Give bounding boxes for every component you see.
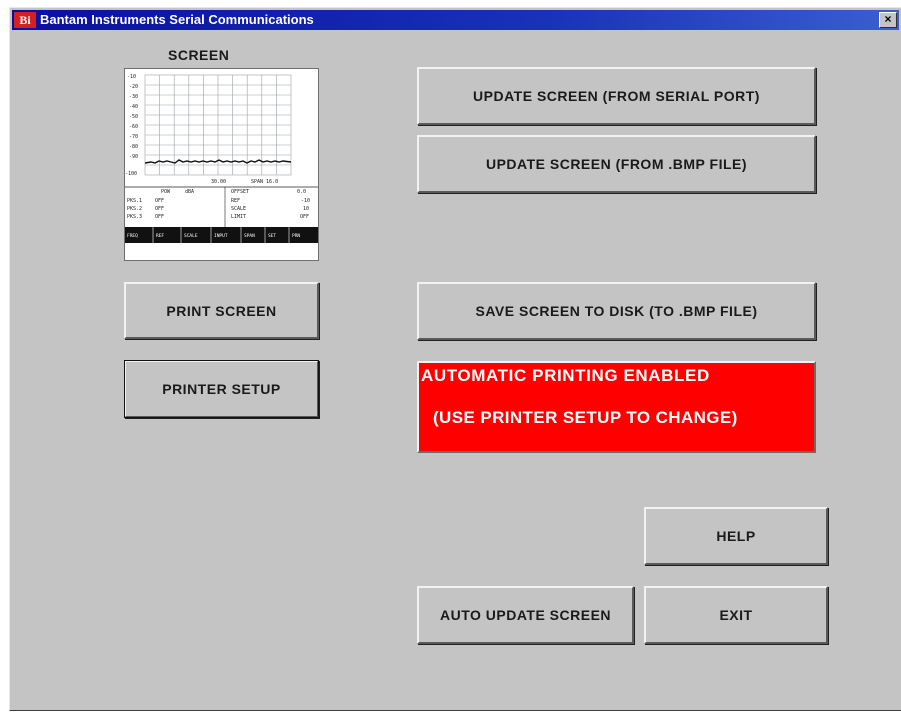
svg-text:OFF: OFF <box>155 206 164 212</box>
auto-update-screen-button[interactable]: AUTO UPDATE SCREEN <box>417 586 634 644</box>
svg-text:-60: -60 <box>129 124 138 130</box>
svg-text:10: 10 <box>303 206 309 212</box>
svg-text:dBA: dBA <box>185 189 194 195</box>
svg-text:OFF: OFF <box>300 214 309 220</box>
update-screen-serial-button[interactable]: UPDATE SCREEN (FROM SERIAL PORT) <box>417 67 816 125</box>
svg-text:SPAN: SPAN <box>244 233 255 239</box>
svg-text:-30: -30 <box>129 94 138 100</box>
svg-text:-80: -80 <box>129 144 138 150</box>
svg-text:-20: -20 <box>129 84 138 90</box>
update-screen-bmp-button[interactable]: UPDATE SCREEN (FROM .BMP FILE) <box>417 135 816 193</box>
svg-text:-70: -70 <box>129 134 138 140</box>
exit-button[interactable]: EXIT <box>644 586 828 644</box>
help-button[interactable]: HELP <box>644 507 828 565</box>
svg-text:PKS.1: PKS.1 <box>127 198 142 204</box>
svg-text:SCALE: SCALE <box>231 206 246 212</box>
svg-text:-50: -50 <box>129 114 138 120</box>
status-message: AUTOMATIC PRINTING ENABLED <box>421 366 710 385</box>
svg-text:OFF: OFF <box>155 214 164 220</box>
svg-text:PKS.2: PKS.2 <box>127 206 142 212</box>
print-screen-button[interactable]: PRINT SCREEN <box>124 282 319 339</box>
captured-instrument-screen: -10 -20 -30 -40 -50 -60 -70 -80 -90 -100 30.00… <box>125 69 318 260</box>
svg-text:SCALE: SCALE <box>184 233 198 239</box>
svg-text:REF: REF <box>231 198 240 204</box>
title-bar[interactable]: Bi Bantam Instruments Serial Communicati… <box>12 10 899 30</box>
svg-text:-100: -100 <box>125 171 137 177</box>
svg-text:INPUT: INPUT <box>214 233 228 239</box>
screen-preview-image: -10 -20 -30 -40 -50 -60 -70 -80 -90 -100 30.00… <box>124 68 319 261</box>
svg-text:OFF: OFF <box>155 198 164 204</box>
svg-text:-40: -40 <box>129 104 138 110</box>
svg-text:SPAN 16.0: SPAN 16.0 <box>251 179 278 185</box>
save-screen-button[interactable]: SAVE SCREEN TO DISK (TO .BMP FILE) <box>417 282 816 340</box>
svg-text:REF: REF <box>156 233 164 239</box>
svg-text:POW: POW <box>161 189 171 195</box>
window-title: Bantam Instruments Serial Communications <box>40 12 314 27</box>
auto-print-status-banner: AUTOMATIC PRINTING ENABLED (USE PRINTER … <box>417 361 816 453</box>
svg-text:30.00: 30.00 <box>211 179 226 185</box>
app-logo-icon[interactable]: Bi <box>14 12 36 28</box>
svg-text:FREQ: FREQ <box>127 233 138 239</box>
svg-text:-90: -90 <box>129 154 138 160</box>
svg-text:OFFSET: OFFSET <box>231 189 249 195</box>
screen-label: SCREEN <box>168 47 230 63</box>
status-hint: (USE PRINTER SETUP TO CHANGE) <box>433 408 738 427</box>
svg-text:PKS.3: PKS.3 <box>127 214 142 220</box>
close-button[interactable]: × <box>879 12 897 28</box>
svg-text:-10: -10 <box>301 198 310 204</box>
printer-setup-button[interactable]: PRINTER SETUP <box>124 360 319 418</box>
svg-text:PRN: PRN <box>292 233 300 239</box>
svg-text:SET: SET <box>268 233 276 239</box>
svg-text:0.0: 0.0 <box>297 189 306 195</box>
svg-text:-10: -10 <box>127 74 136 80</box>
svg-text:LIMIT: LIMIT <box>231 214 246 220</box>
